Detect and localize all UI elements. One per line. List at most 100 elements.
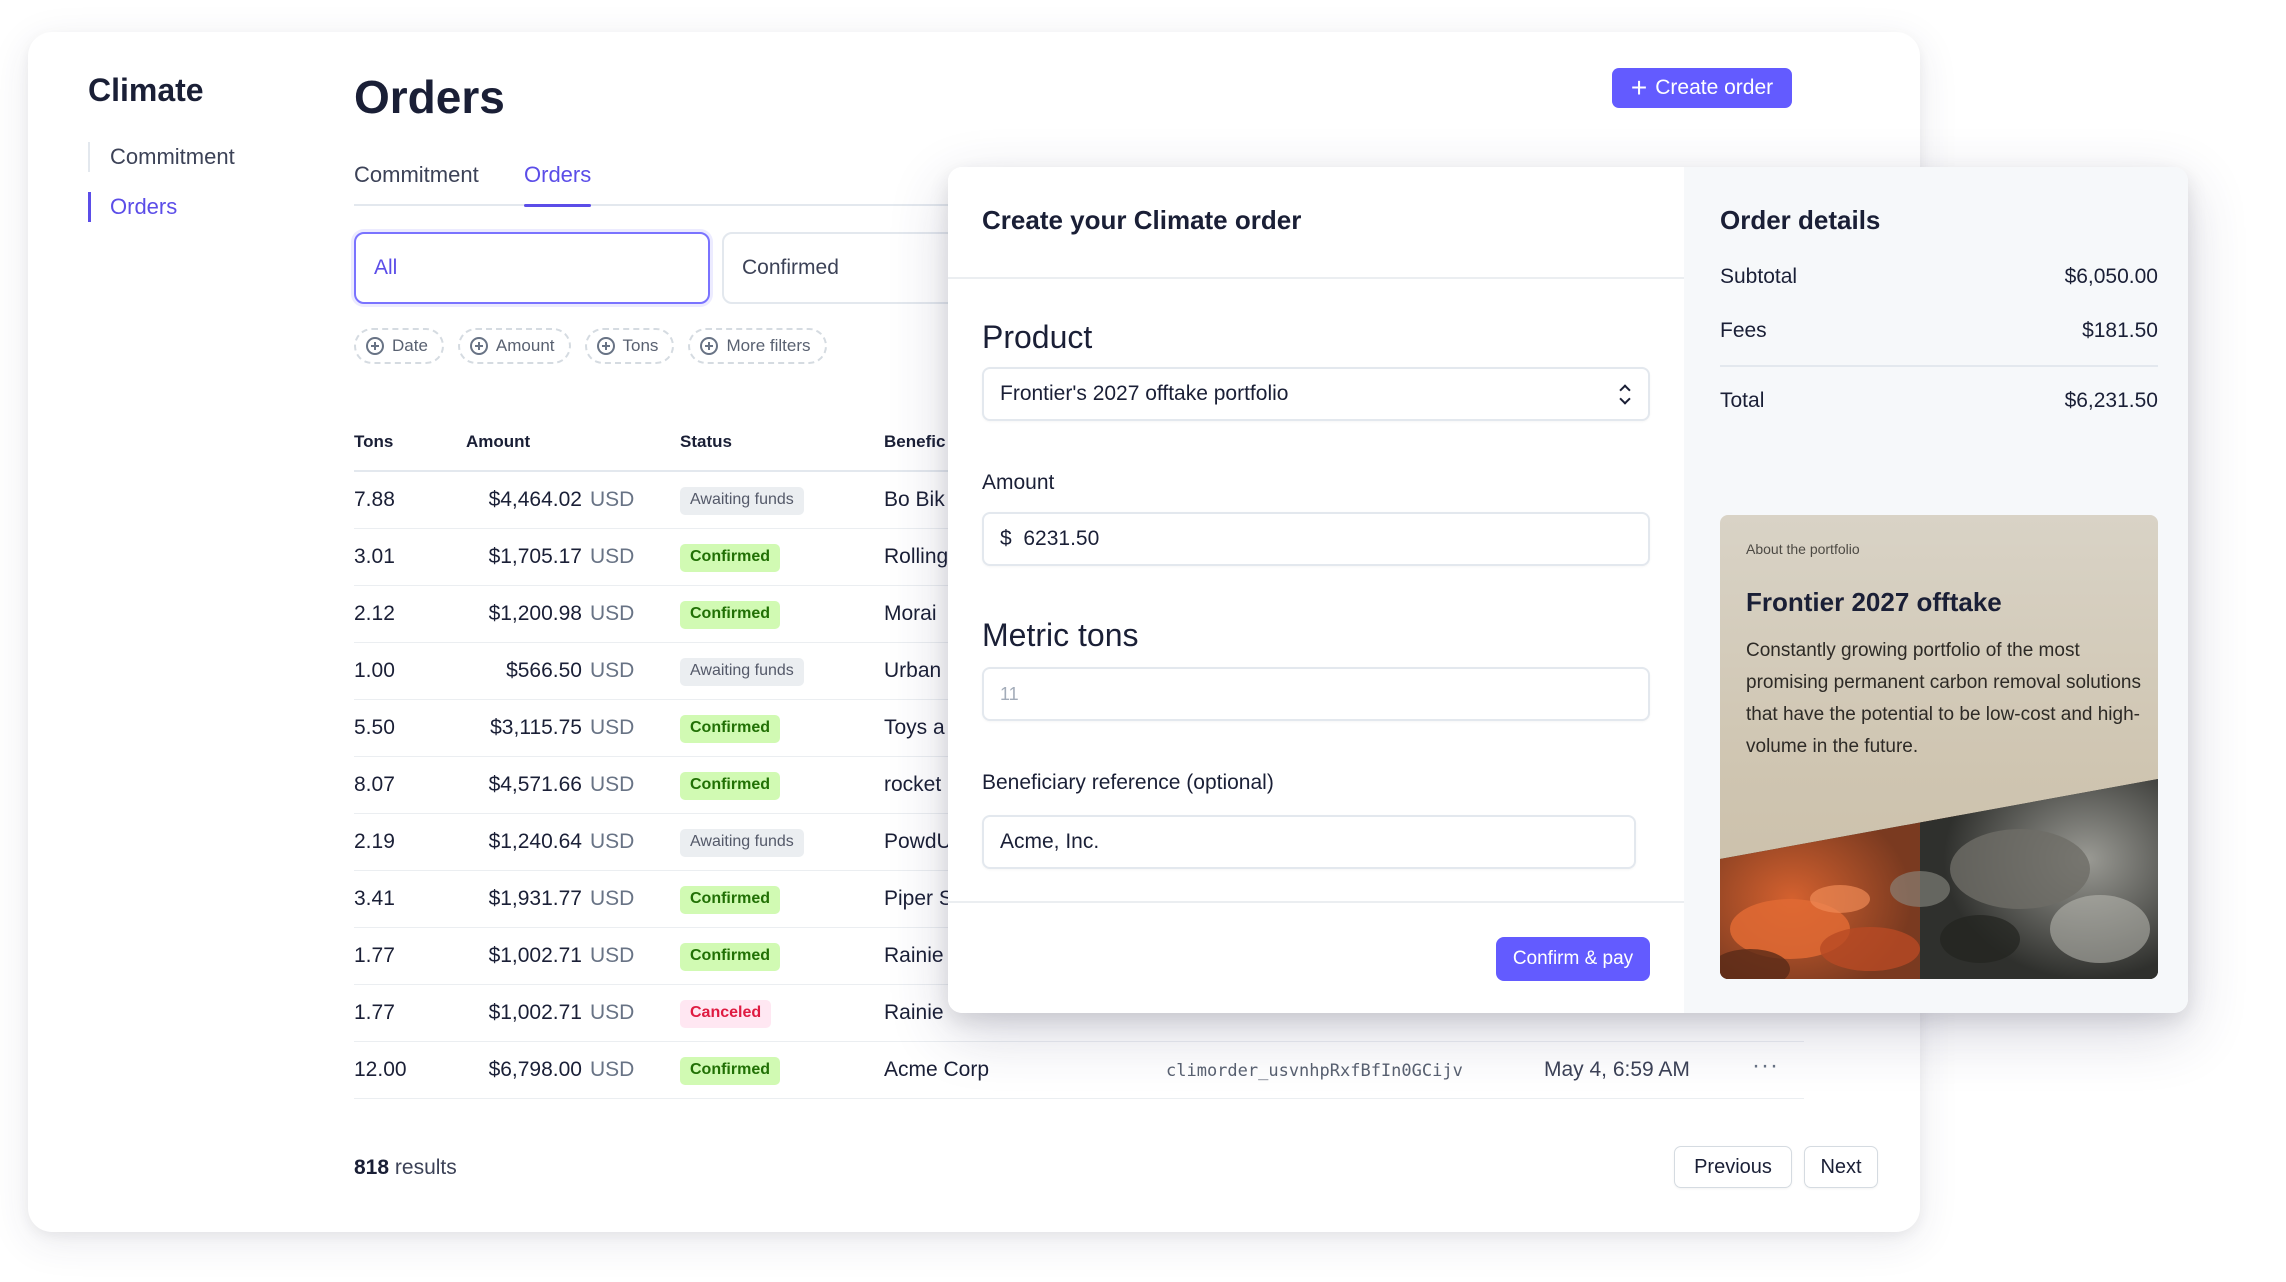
divider — [948, 277, 1684, 279]
tab-orders[interactable]: Orders — [524, 162, 592, 207]
filter-chip-more[interactable]: More filters — [688, 328, 827, 364]
cell-status: Awaiting funds — [680, 657, 804, 686]
results-suffix: results — [394, 1156, 457, 1179]
sidebar-item-commitment[interactable]: Commitment — [88, 132, 235, 182]
previous-page-button[interactable]: Previous — [1674, 1146, 1792, 1188]
beneficiary-label: Beneficiary reference (optional) — [982, 771, 1274, 794]
filter-chip-tons[interactable]: Tons — [584, 328, 675, 364]
beneficiary-input[interactable]: Acme, Inc. — [982, 815, 1636, 869]
cell-currency: USD — [590, 659, 635, 682]
sidebar-item-label: Orders — [110, 194, 178, 219]
sidebar-item-indicator — [88, 192, 91, 222]
add-circle-icon — [700, 337, 719, 355]
subtotal-label: Subtotal — [1720, 265, 1798, 288]
cell-amount: $4,571.66 — [488, 773, 582, 796]
cell-tons: 12.00 — [354, 1058, 407, 1081]
column-header-beneficiary[interactable]: Benefic — [884, 432, 945, 452]
tab-active-underline — [524, 204, 592, 207]
product-select[interactable]: Frontier's 2027 offtake portfolio — [982, 367, 1650, 421]
cell-status: Confirmed — [680, 1056, 780, 1085]
filter-chip-label: More filters — [726, 336, 811, 355]
cell-beneficiary: Bo Bik — [884, 488, 945, 511]
cell-currency: USD — [590, 1001, 635, 1024]
status-badge: Awaiting funds — [680, 829, 804, 857]
sidebar-nav: Commitment Orders — [88, 132, 235, 232]
cell-status: Awaiting funds — [680, 828, 804, 857]
cell-status: Confirmed — [680, 600, 780, 629]
cell-amount: $566.50 — [506, 659, 582, 682]
cell-amount: $6,798.00 — [488, 1058, 582, 1081]
add-circle-icon — [469, 337, 488, 355]
confirm-pay-button[interactable]: Confirm & pay — [1496, 937, 1650, 981]
status-badge: Confirmed — [680, 886, 780, 914]
cell-date: May 4, 6:59 AM — [1544, 1058, 1690, 1081]
cell-amount: $1,200.98 — [488, 602, 582, 625]
amount-input[interactable]: $ 6231.50 — [982, 512, 1650, 566]
cell-currency: USD — [590, 944, 635, 967]
filter-chip-label: Date — [392, 336, 428, 355]
amount-label: Amount — [982, 471, 1055, 494]
status-badge: Confirmed — [680, 1057, 780, 1085]
portfolio-kicker: About the portfolio — [1746, 541, 1860, 557]
portfolio-image — [1720, 779, 2158, 979]
status-badge: Confirmed — [680, 772, 780, 800]
status-badge: Awaiting funds — [680, 658, 804, 686]
filter-chip-label: Tons — [622, 336, 659, 355]
cell-currency: USD — [590, 830, 635, 853]
sidebar-item-orders[interactable]: Orders — [88, 182, 235, 232]
cell-tons: 3.01 — [354, 545, 395, 568]
cell-beneficiary: Urban — [884, 659, 942, 682]
cell-beneficiary: Acme Corp — [884, 1058, 990, 1081]
tab-commitment[interactable]: Commitment — [354, 162, 479, 188]
total-label: Total — [1720, 389, 1765, 412]
cell-status: Confirmed — [680, 543, 780, 572]
order-details-panel: Order details Subtotal $6,050.00 Fees $1… — [1684, 167, 2188, 1013]
modal-title: Create your Climate order — [982, 205, 1302, 235]
results-count: 818 results — [354, 1156, 457, 1180]
cell-beneficiary: Morai — [884, 602, 937, 625]
more-actions-icon[interactable]: ··· — [1752, 1052, 1779, 1080]
cell-currency: USD — [590, 602, 635, 625]
column-header-amount[interactable]: Amount — [466, 432, 530, 452]
cell-amount: $3,115.75 — [490, 716, 582, 739]
metric-tons-label: Metric tons — [982, 617, 1139, 653]
add-circle-icon — [596, 337, 615, 355]
sidebar-title: Climate — [88, 72, 204, 108]
subtotal-value: $6,050.00 — [2064, 265, 2158, 288]
total-row: Total $6,231.50 — [1720, 389, 2158, 413]
create-order-modal: Create your Climate order Product Fronti… — [948, 167, 2188, 1013]
plus-icon: + — [1630, 72, 1648, 103]
divider — [1720, 365, 2158, 367]
filter-chips: Date Amount Tons More filters — [354, 328, 827, 364]
divider — [948, 901, 1684, 903]
portfolio-title: Frontier 2027 offtake — [1746, 587, 2002, 617]
subtotal-row: Subtotal $6,050.00 — [1720, 265, 2158, 289]
cell-status: Confirmed — [680, 771, 780, 800]
cell-status: Awaiting funds — [680, 486, 804, 515]
filter-chip-date[interactable]: Date — [354, 328, 444, 364]
column-header-tons[interactable]: Tons — [354, 432, 393, 452]
status-badge: Awaiting funds — [680, 487, 804, 515]
cell-beneficiary: Rainie — [884, 944, 944, 967]
select-arrows-icon — [1620, 383, 1632, 405]
sidebar-item-indicator — [88, 142, 90, 172]
portfolio-description: Constantly growing portfolio of the most… — [1746, 640, 2141, 757]
cell-order-id: climorder_usvnhpRxfBfIn0GCijv — [1166, 1061, 1463, 1081]
fees-row: Fees $181.50 — [1720, 319, 2158, 343]
filter-chip-amount[interactable]: Amount — [457, 328, 571, 364]
segment-all[interactable]: All — [354, 232, 710, 304]
cell-tons: 1.77 — [354, 944, 395, 967]
total-value: $6,231.50 — [2064, 389, 2158, 412]
column-header-status[interactable]: Status — [680, 432, 732, 452]
table-row[interactable]: 12.00 $6,798.00 USD Confirmed Acme Corp climo… — [354, 1042, 1804, 1099]
cell-beneficiary: Toys a — [884, 716, 945, 739]
status-badge: Confirmed — [680, 601, 780, 629]
next-page-button[interactable]: Next — [1804, 1146, 1878, 1188]
product-label: Product — [982, 319, 1093, 355]
cell-currency: USD — [590, 1058, 635, 1081]
cell-status: Confirmed — [680, 885, 780, 914]
create-order-button[interactable]: + Create order — [1612, 68, 1792, 108]
cell-beneficiary: Rainie — [884, 1001, 944, 1024]
metric-tons-input[interactable]: 11 — [982, 667, 1650, 721]
cell-currency: USD — [590, 545, 635, 568]
